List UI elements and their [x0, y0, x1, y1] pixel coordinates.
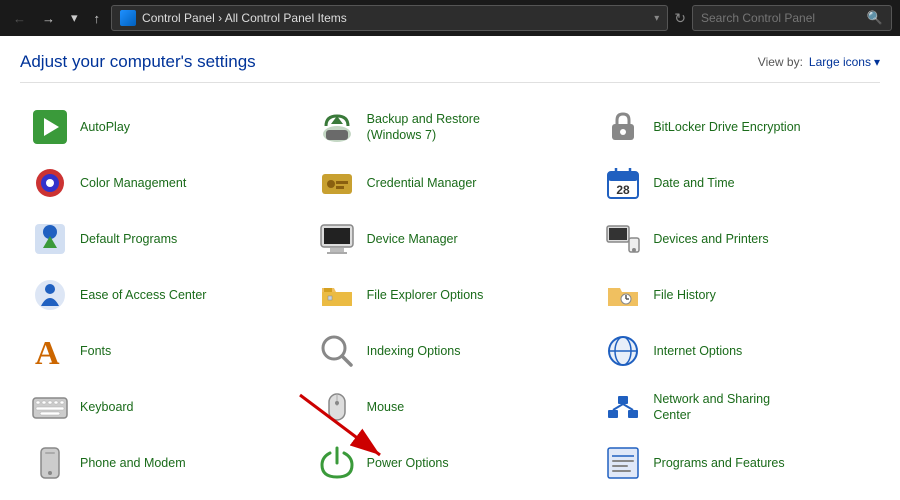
mouse-label: Mouse — [367, 399, 405, 415]
datetime-label: Date and Time — [653, 175, 734, 191]
devices-icon — [603, 219, 643, 259]
default-label: Default Programs — [80, 231, 177, 247]
color-label: Color Management — [80, 175, 186, 191]
address-bar-input[interactable]: Control Panel › All Control Panel Items … — [111, 5, 668, 31]
mouse-icon — [317, 387, 357, 427]
internet-label: Internet Options — [653, 343, 742, 359]
search-input[interactable] — [701, 11, 861, 25]
cp-item-devicemgr[interactable]: Device Manager — [307, 211, 594, 267]
phone-label: Phone and Modem — [80, 455, 186, 471]
ease-icon — [30, 275, 70, 315]
cp-item-devices[interactable]: Devices and Printers — [593, 211, 880, 267]
bitlocker-icon — [603, 107, 643, 147]
view-by-text: Large icons — [809, 55, 871, 69]
credential-label: Credential Manager — [367, 175, 477, 191]
fonts-icon: A — [30, 331, 70, 371]
keyboard-label: Keyboard — [80, 399, 134, 415]
cp-item-network[interactable]: Network and Sharing Center — [593, 379, 880, 435]
cp-item-datetime[interactable]: 28 Date and Time — [593, 155, 880, 211]
cp-item-indexing[interactable]: Indexing Options — [307, 323, 594, 379]
forward-button[interactable]: → — [37, 8, 60, 29]
autoplay-label: AutoPlay — [80, 119, 130, 135]
up-button[interactable]: ↑ — [89, 8, 106, 29]
search-button[interactable]: 🔍 — [867, 10, 883, 26]
back-button[interactable]: ← — [8, 8, 31, 29]
svg-text:A: A — [35, 335, 60, 370]
cp-item-keyboard[interactable]: Keyboard — [20, 379, 307, 435]
devices-label: Devices and Printers — [653, 231, 768, 247]
cp-item-filehistory[interactable]: File History — [593, 267, 880, 323]
cp-item-default[interactable]: Default Programs — [20, 211, 307, 267]
svg-text:28: 28 — [617, 183, 631, 197]
windows-icon — [120, 10, 136, 26]
items-grid: AutoPlay Backup and Restore (Windows 7) Bi… — [20, 99, 880, 500]
internet-icon — [603, 331, 643, 371]
address-chevron-icon: ▾ — [654, 13, 659, 24]
refresh-button[interactable]: ↻ — [674, 10, 686, 27]
cp-item-backup[interactable]: Backup and Restore (Windows 7) — [307, 99, 594, 155]
programs-label: Programs and Features — [653, 455, 784, 471]
ease-label: Ease of Access Center — [80, 287, 206, 303]
address-bar: ← → ▾ ↑ Control Panel › All Control Pane… — [0, 0, 900, 36]
fileexplorer-label: File Explorer Options — [367, 287, 484, 303]
fileexplorer-icon — [317, 275, 357, 315]
cp-item-fonts[interactable]: A Fonts — [20, 323, 307, 379]
cp-item-programs[interactable]: Programs and Features — [593, 435, 880, 491]
cp-item-color[interactable]: Color Management — [20, 155, 307, 211]
main-content: Adjust your computer's settings View by:… — [0, 36, 900, 500]
filehistory-label: File History — [653, 287, 716, 303]
power-icon — [317, 443, 357, 483]
recent-button[interactable]: ▾ — [66, 7, 83, 29]
indexing-label: Indexing Options — [367, 343, 461, 359]
phone-icon — [30, 443, 70, 483]
view-by-control[interactable]: View by: Large icons ▾ — [758, 55, 880, 69]
cp-item-phone[interactable]: Phone and Modem — [20, 435, 307, 491]
cp-item-ease[interactable]: Ease of Access Center — [20, 267, 307, 323]
cp-item-internet[interactable]: Internet Options — [593, 323, 880, 379]
search-box[interactable]: 🔍 — [692, 5, 892, 31]
cp-item-fileexplorer[interactable]: File Explorer Options — [307, 267, 594, 323]
color-icon — [30, 163, 70, 203]
network-label: Network and Sharing Center — [653, 391, 770, 424]
filehistory-icon — [603, 275, 643, 315]
cp-item-mouse[interactable]: Mouse — [307, 379, 594, 435]
page-header: Adjust your computer's settings View by:… — [20, 52, 880, 83]
bitlocker-label: BitLocker Drive Encryption — [653, 119, 800, 135]
devicemgr-label: Device Manager — [367, 231, 458, 247]
default-icon — [30, 219, 70, 259]
cp-item-credential[interactable]: Credential Manager — [307, 155, 594, 211]
datetime-icon: 28 — [603, 163, 643, 203]
backup-label: Backup and Restore (Windows 7) — [367, 111, 480, 144]
credential-icon — [317, 163, 357, 203]
keyboard-icon — [30, 387, 70, 427]
cp-item-power[interactable]: Power Options — [307, 435, 594, 491]
page-title: Adjust your computer's settings — [20, 52, 256, 72]
backup-icon — [317, 107, 357, 147]
programs-icon — [603, 443, 643, 483]
view-by-label: View by: — [758, 55, 803, 69]
cp-item-autoplay[interactable]: AutoPlay — [20, 99, 307, 155]
fonts-label: Fonts — [80, 343, 111, 359]
breadcrumb-text: Control Panel › All Control Panel Items — [142, 11, 648, 25]
view-by-value[interactable]: Large icons ▾ — [809, 55, 880, 69]
devicemgr-icon — [317, 219, 357, 259]
indexing-icon — [317, 331, 357, 371]
power-label: Power Options — [367, 455, 449, 471]
view-by-chevron-icon: ▾ — [874, 55, 880, 69]
autoplay-icon — [30, 107, 70, 147]
network-icon — [603, 387, 643, 427]
cp-item-remote[interactable]: RemoteApp and Desktop Connections — [20, 491, 307, 500]
cp-item-bitlocker[interactable]: BitLocker Drive Encryption — [593, 99, 880, 155]
